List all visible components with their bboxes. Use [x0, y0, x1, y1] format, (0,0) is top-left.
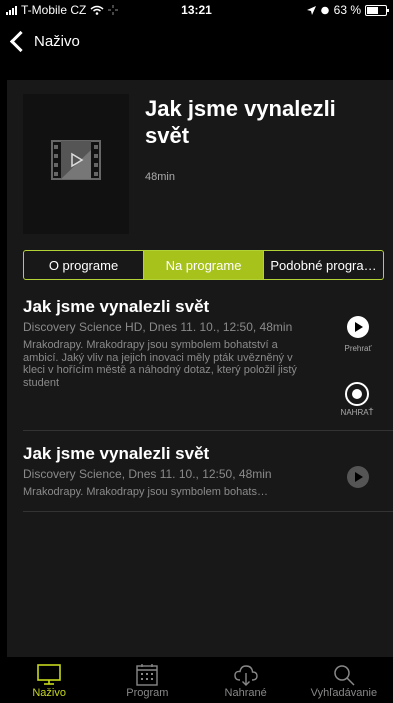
back-button[interactable]: Naživo — [9, 30, 80, 53]
play-button-disabled[interactable] — [347, 466, 369, 488]
location-icon — [306, 5, 316, 15]
tabbar-item-recorded[interactable]: Nahrané — [197, 657, 295, 703]
divider — [23, 430, 393, 431]
list-item[interactable]: Jak jsme vynalezli svět Discovery Scienc… — [23, 297, 385, 389]
record-button[interactable] — [345, 382, 369, 406]
list-item-description: Mrakodrapy. Mrakodrapy jsou symbolem boh… — [23, 486, 268, 498]
navigation-bar: Naživo — [0, 20, 393, 64]
status-bar: T-Mobile CZ 13:21 63 % — [0, 0, 393, 20]
detail-panel: Jak jsme vynalezli svět 48min O programe… — [7, 80, 393, 657]
tabbar-item-live[interactable]: Naživo — [0, 657, 98, 703]
battery-icon — [365, 4, 389, 16]
search-icon — [334, 665, 355, 686]
program-title: Jak jsme vynalezli svět — [145, 96, 336, 148]
program-duration: 48min — [145, 171, 175, 183]
tabbar-label: Naživo — [32, 687, 66, 699]
list-item-description: Mrakodrapy. Mrakodrapy jsou symbolem boh… — [23, 339, 297, 389]
tabbar-item-search[interactable]: Vyhľadávanie — [295, 657, 393, 703]
tab-about[interactable]: O programe — [24, 251, 144, 279]
tabbar-item-program[interactable]: Program — [98, 657, 196, 703]
cloud-download-icon — [233, 665, 258, 686]
calendar-icon — [136, 664, 159, 686]
divider — [23, 511, 393, 512]
back-label: Naživo — [34, 33, 80, 50]
tabbar-label: Program — [126, 687, 169, 699]
tv-icon — [37, 664, 61, 685]
segmented-tabs: O programe Na programe Podobné progra… — [23, 250, 384, 280]
bottom-tab-bar: Naživo Program Nahrané Vyhľadávanie — [0, 657, 393, 703]
tabbar-label: Vyhľadávanie — [310, 687, 378, 699]
play-button[interactable] — [347, 316, 369, 338]
chevron-left-icon — [9, 30, 32, 53]
play-label: Prehrať — [344, 344, 372, 353]
record-label: NAHRAŤ — [340, 408, 374, 417]
list-item[interactable]: Jak jsme vynalezli svět Discovery Scienc… — [23, 444, 385, 499]
battery-percent: 63 % — [333, 3, 361, 17]
list-item-title: Jak jsme vynalezli svět — [23, 444, 210, 463]
list-item-subtitle: Discovery Science HD, Dnes 11. 10., 12:5… — [23, 320, 293, 334]
list-item-title: Jak jsme vynalezli svět — [23, 297, 210, 316]
tab-on-air[interactable]: Na programe — [144, 251, 264, 279]
list-item-subtitle: Discovery Science, Dnes 11. 10., 12:50, … — [23, 467, 272, 481]
tab-similar[interactable]: Podobné progra… — [264, 251, 383, 279]
program-poster — [23, 94, 129, 234]
alarm-icon — [320, 6, 329, 15]
film-icon — [51, 140, 101, 180]
tabbar-label: Nahrané — [224, 687, 267, 699]
